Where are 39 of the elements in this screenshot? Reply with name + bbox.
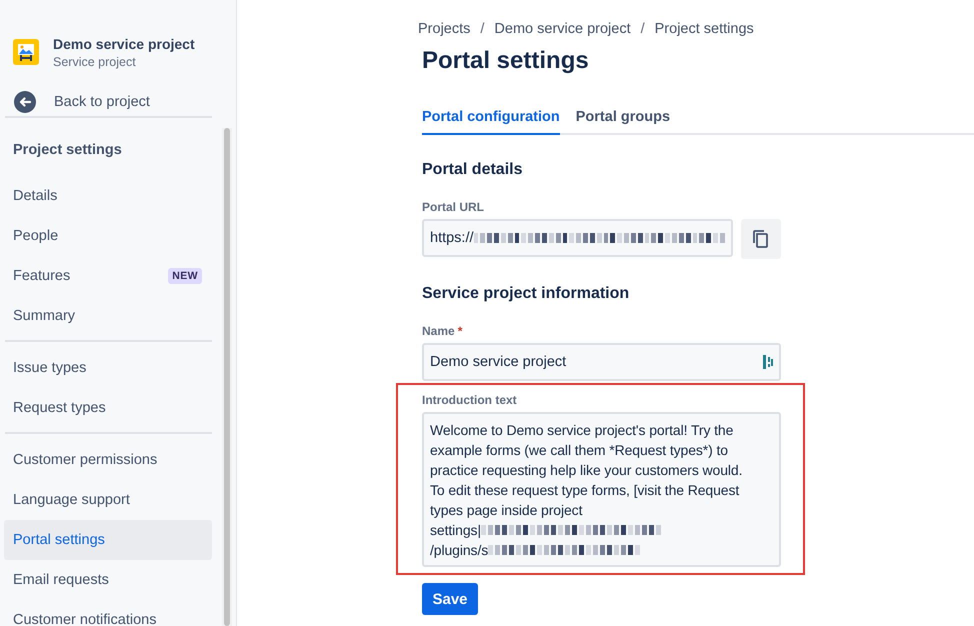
sidebar-item[interactable]: Language support [4, 480, 212, 520]
sidebar-item[interactable]: Features NEW [4, 256, 212, 296]
sidebar-item[interactable]: Portal settings [4, 520, 212, 560]
section-heading: Portal details [422, 161, 524, 180]
sidebar-item[interactable]: Customer permissions [4, 440, 212, 480]
tab[interactable]: Portal groups [576, 102, 670, 135]
field-label: Name * [422, 324, 464, 338]
sidebar-item[interactable]: Issue types [4, 348, 212, 388]
copy-button[interactable] [741, 219, 781, 259]
breadcrumb-link[interactable]: Project settings [654, 21, 754, 39]
project-logo-icon [13, 39, 39, 65]
portal-url-field[interactable]: https:// [422, 219, 733, 257]
required-asterisk: * [458, 324, 462, 338]
save-button[interactable]: Save [422, 583, 478, 615]
breadcrumb-separator: / [480, 21, 484, 39]
sidebar-item[interactable]: People [4, 216, 212, 256]
breadcrumb-link[interactable]: Demo service project [494, 21, 631, 39]
sidebar-item[interactable]: Email requests [4, 560, 212, 600]
breadcrumb-separator: / [640, 21, 645, 39]
section-heading: Service project information [422, 285, 630, 304]
field-assist-icon [763, 355, 773, 369]
field-label: Portal URL [422, 200, 486, 214]
name-field[interactable]: Demo service project [422, 343, 781, 381]
sidebar-item[interactable]: Request types [4, 388, 212, 428]
sidebar-item[interactable]: Details [4, 176, 212, 216]
breadcrumb-link[interactable]: Projects [418, 21, 470, 39]
field-label: Introduction text [422, 393, 518, 407]
copy-icon [753, 230, 769, 248]
project-name: Demo service project [53, 36, 195, 52]
section-heading: Project settings [12, 141, 123, 160]
sidebar-item[interactable]: Customer notifications [4, 600, 212, 626]
project-type: Service project [53, 54, 137, 68]
page-title: Portal settings [422, 47, 590, 76]
introduction-text-field[interactable]: Welcome to Demo service project's portal! Try the example forms (we call them *Request types*) to practice requesting help like your customers would. To edit these request type forms, [visit the Request types page inside project settings| /plugins/s [422, 412, 781, 567]
back-link[interactable]: Back to project [14, 90, 236, 113]
sidebar-item[interactable]: Summary [4, 296, 212, 336]
scrollbar[interactable] [222, 128, 232, 626]
tab[interactable]: Portal configuration [422, 102, 560, 135]
new-badge: NEW [168, 268, 202, 284]
